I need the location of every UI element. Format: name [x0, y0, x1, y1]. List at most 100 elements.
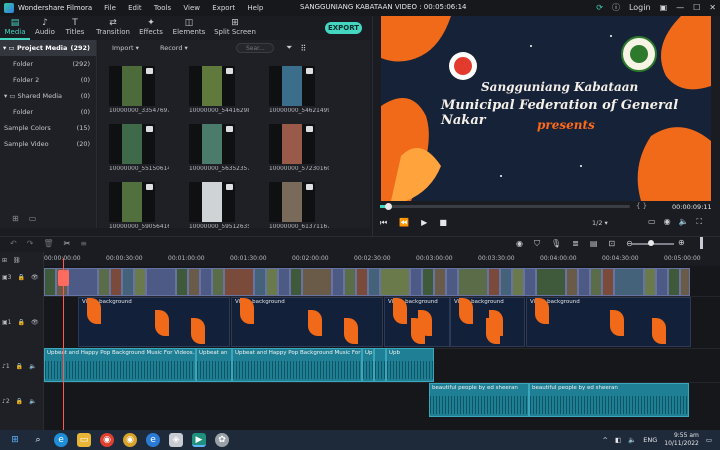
edge-icon[interactable]: e	[54, 433, 68, 447]
lock-icon[interactable]: 🔒	[18, 319, 25, 326]
video-clip[interactable]	[266, 268, 278, 296]
info-icon[interactable]: ⓘ	[612, 2, 620, 13]
video-clip[interactable]	[524, 268, 536, 296]
video-clip[interactable]	[68, 268, 98, 296]
video-clip[interactable]	[656, 268, 668, 296]
delete-icon[interactable]: 🗑	[43, 239, 53, 248]
video-clip[interactable]	[614, 268, 644, 296]
video-clip[interactable]	[578, 268, 590, 296]
media-thumbnail[interactable]	[269, 124, 315, 164]
video-clip[interactable]	[422, 268, 434, 296]
video-clip[interactable]	[512, 268, 524, 296]
menu-edit[interactable]: Edit	[128, 4, 142, 12]
video-clip[interactable]	[356, 268, 368, 296]
maximize-icon[interactable]: ☐	[693, 3, 700, 12]
audio-clip[interactable]: Upb	[386, 348, 434, 382]
video-clip[interactable]	[602, 268, 614, 296]
play-icon[interactable]: ▶	[421, 218, 427, 228]
sidebar-item-shared-media[interactable]: ▾ ▭ Shared Media (0)	[0, 88, 96, 104]
video-background-clip[interactable]: Video background	[231, 297, 383, 347]
search-input[interactable]	[236, 43, 274, 53]
login-link[interactable]: Login	[629, 3, 651, 12]
media-thumbnail[interactable]	[189, 66, 235, 106]
step-back-icon[interactable]: ⏪	[399, 218, 409, 228]
volume-icon[interactable]: 🔈	[679, 217, 689, 227]
video-clip[interactable]	[644, 268, 656, 296]
open-folder-icon[interactable]: ▭	[29, 214, 37, 228]
skip-back-icon[interactable]: ⏮	[380, 218, 387, 228]
menu-tools[interactable]: Tools	[154, 4, 171, 12]
video-clip[interactable]	[290, 268, 302, 296]
video-clip[interactable]	[44, 268, 56, 296]
import-dropdown[interactable]: Import ▾	[112, 44, 152, 52]
video-clip[interactable]	[380, 268, 410, 296]
media-thumbnail[interactable]	[109, 66, 155, 106]
media-thumbnail[interactable]	[109, 124, 155, 164]
video-background-clip[interactable]: Video background	[78, 297, 230, 347]
video-clip[interactable]	[458, 268, 488, 296]
panel-toggle-icon[interactable]	[700, 237, 703, 249]
filter-icon[interactable]: ⏷	[286, 43, 292, 53]
new-folder-icon[interactable]: ⊞	[12, 214, 19, 228]
video-clip[interactable]	[590, 268, 602, 296]
audio-clip[interactable]	[374, 348, 386, 382]
video-clip[interactable]	[566, 268, 578, 296]
audio-clip[interactable]: beautiful people by ed sheeran	[429, 383, 529, 417]
media-thumbnail[interactable]	[269, 66, 315, 106]
search-icon[interactable]: ⌕	[31, 433, 45, 447]
video-clip[interactable]	[98, 268, 110, 296]
render-icon[interactable]: ◉	[516, 239, 523, 249]
volume-tray-icon[interactable]: 🔈	[628, 436, 636, 444]
video-background-clip[interactable]: Video background	[384, 297, 450, 347]
lock-icon[interactable]: 🔒	[16, 363, 23, 370]
sidebar-item-project-media[interactable]: ▾ ▭ Project Media (292)	[0, 40, 96, 56]
tab-elements[interactable]: ◫ Elements	[166, 16, 212, 40]
stop-icon[interactable]: ■	[439, 218, 447, 228]
add-track-icon[interactable]: ⊞	[2, 257, 7, 264]
video-clip[interactable]	[188, 268, 200, 296]
speaker-icon[interactable]: 🔈	[29, 398, 36, 405]
subtitle-icon[interactable]: ▤	[590, 239, 598, 249]
audio-clip[interactable]: Upbeat an	[196, 348, 232, 382]
video-clip[interactable]	[446, 268, 458, 296]
playhead-handle[interactable]	[58, 270, 69, 286]
sidebar-item-sample-colors[interactable]: Sample Colors (15)	[0, 120, 96, 136]
video-clip[interactable]	[278, 268, 290, 296]
app-icon[interactable]: ◈	[169, 433, 183, 447]
video-clip[interactable]	[212, 268, 224, 296]
media-thumbnail[interactable]	[269, 182, 315, 222]
video-clip[interactable]	[536, 268, 566, 296]
mic-icon[interactable]: 🎙	[551, 239, 561, 249]
video-background-clip[interactable]: Video background	[526, 297, 691, 347]
video-clip[interactable]	[368, 268, 380, 296]
record-dropdown[interactable]: Record ▾	[160, 44, 200, 52]
menu-help[interactable]: Help	[247, 4, 263, 12]
tab-transition[interactable]: ⇄ Transition	[90, 16, 136, 40]
video-clip[interactable]	[110, 268, 122, 296]
edge-dev-icon[interactable]: e	[146, 433, 160, 447]
snapshot-clip-icon[interactable]: ⊡	[608, 239, 615, 249]
video-clip[interactable]	[146, 268, 176, 296]
tray-chevron-icon[interactable]: ^	[603, 436, 608, 444]
video-clip[interactable]	[302, 268, 332, 296]
filmora-taskbar-icon[interactable]: ▶	[192, 433, 206, 447]
audio-clip[interactable]: Up	[362, 348, 374, 382]
language-indicator[interactable]: ENG	[643, 436, 657, 444]
video-background-clip[interactable]: Video background	[450, 297, 525, 347]
menu-file[interactable]: File	[104, 4, 116, 12]
grid-view-icon[interactable]: ⠿	[300, 44, 306, 53]
link-icon[interactable]: ⛓	[13, 257, 21, 264]
video-clip[interactable]	[488, 268, 500, 296]
adjust-icon[interactable]: ≡	[80, 239, 87, 248]
video-clip[interactable]	[176, 268, 188, 296]
media-thumbnail[interactable]	[189, 182, 235, 222]
video-clip[interactable]	[332, 268, 344, 296]
redo-icon[interactable]: ↷	[27, 239, 34, 248]
marker-icon[interactable]: ⛉	[534, 239, 540, 249]
cut-icon[interactable]: ✂	[64, 239, 71, 248]
video-clip[interactable]	[224, 268, 254, 296]
preview-scrubber-handle[interactable]	[385, 203, 392, 210]
video-clip[interactable]	[500, 268, 512, 296]
mark-in-out[interactable]: { }	[636, 202, 647, 210]
video-clip[interactable]	[200, 268, 212, 296]
